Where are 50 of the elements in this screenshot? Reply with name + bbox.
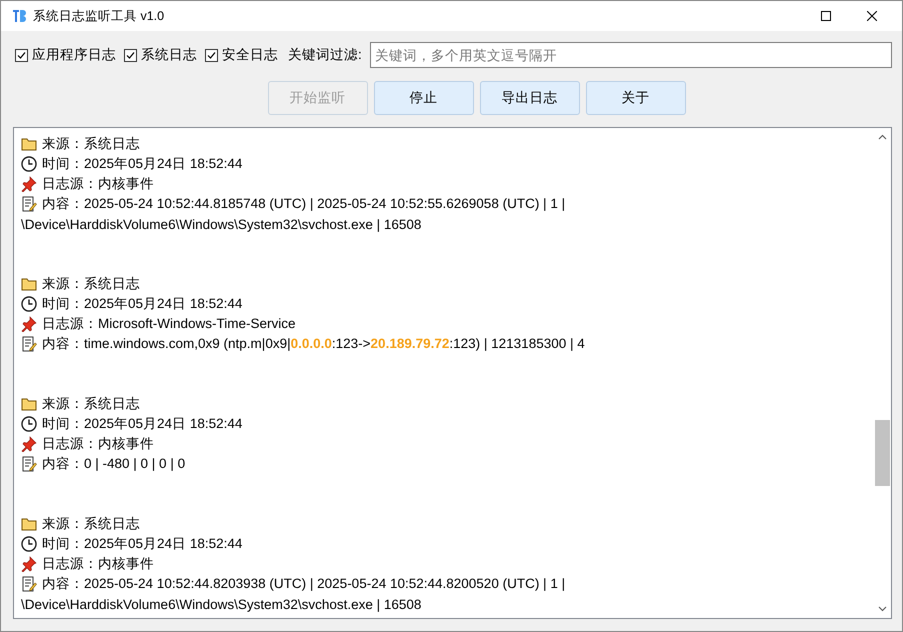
toolbar-button[interactable]: 关于	[586, 81, 686, 115]
filter-checkbox[interactable]: 应用程序日志	[15, 46, 116, 64]
log-content-text: 内容：0 | -480 | 0 | 0 | 0	[42, 455, 186, 473]
folder-icon	[21, 517, 37, 531]
notepad-icon	[21, 336, 37, 352]
close-icon	[867, 11, 877, 21]
log-content-text: 内容：time.windows.com,0x9 (ntp.m|0x9|0.0.0.0:123->20.189.79.72:123) | 1213185300 | 4	[42, 335, 585, 353]
log-content-text: 内容：2025-05-24 10:52:44.8185748 (UTC) | 2025-05-24 10:52:55.6269058 (UTC) | 1 |	[42, 195, 566, 213]
log-time-text: 时间：2025年05月24日 18:52:44	[42, 415, 242, 433]
log-provider-text: 日志源：内核事件	[42, 435, 154, 453]
notepad-icon	[21, 456, 37, 472]
log-source-text: 来源：系统日志	[42, 395, 140, 413]
folder-icon	[21, 137, 37, 151]
folder-icon	[21, 397, 37, 411]
scrollbar-thumb[interactable]	[875, 420, 890, 486]
log-time-text: 时间：2025年05月24日 18:52:44	[42, 295, 242, 313]
notepad-icon	[21, 576, 37, 592]
clock-icon	[21, 296, 37, 312]
checkmark-icon	[17, 50, 26, 60]
log-time-text: 时间：2025年05月24日 18:52:44	[42, 155, 242, 173]
keyword-input-field[interactable]: 关键词，多个用英文逗号隔开	[370, 42, 892, 68]
checkmark-icon	[126, 50, 135, 60]
app-logo-icon	[11, 8, 27, 24]
log-provider-text: 日志源：内核事件	[42, 555, 154, 573]
pushpin-icon	[21, 556, 37, 572]
pushpin-icon	[21, 436, 37, 452]
maximize-icon	[821, 11, 831, 21]
toolbar-button[interactable]: 导出日志	[480, 81, 580, 115]
log-content-text: \Device\HarddiskVolume6\Windows\System32\svchost.exe | 16508	[21, 216, 422, 232]
window-title: 系统日志监听工具 v1.0	[33, 8, 166, 24]
log-content-text: \Device\HarddiskVolume6\Windows\System32\svchost.exe | 16508	[21, 596, 422, 612]
log-provider-text: 日志源：Microsoft-Windows-Time-Service	[42, 315, 296, 333]
checkmark-icon	[207, 50, 216, 60]
filter-checkbox[interactable]: 系统日志	[124, 46, 197, 64]
toolbar-button[interactable]: 停止	[374, 81, 474, 115]
clock-icon	[21, 416, 37, 432]
log-content-text: 内容：2025-05-24 10:52:44.8203938 (UTC) | 2025-05-24 10:52:44.8200520 (UTC) | 1 |	[42, 575, 566, 593]
log-provider-text: 日志源：内核事件	[42, 175, 154, 193]
log-source-text: 来源：系统日志	[42, 135, 140, 153]
pushpin-icon	[21, 316, 37, 332]
keyword-filter-label: 关键词过滤:	[288, 46, 362, 64]
notepad-icon	[21, 196, 37, 212]
log-time-text: 时间：2025年05月24日 18:52:44	[42, 535, 242, 553]
log-source-text: 来源：系统日志	[42, 515, 140, 533]
filter-checkbox[interactable]: 安全日志	[205, 46, 278, 64]
pushpin-icon	[21, 176, 37, 192]
clock-icon	[21, 536, 37, 552]
clock-icon	[21, 156, 37, 172]
log-source-text: 来源：系统日志	[42, 275, 140, 293]
folder-icon	[21, 277, 37, 291]
